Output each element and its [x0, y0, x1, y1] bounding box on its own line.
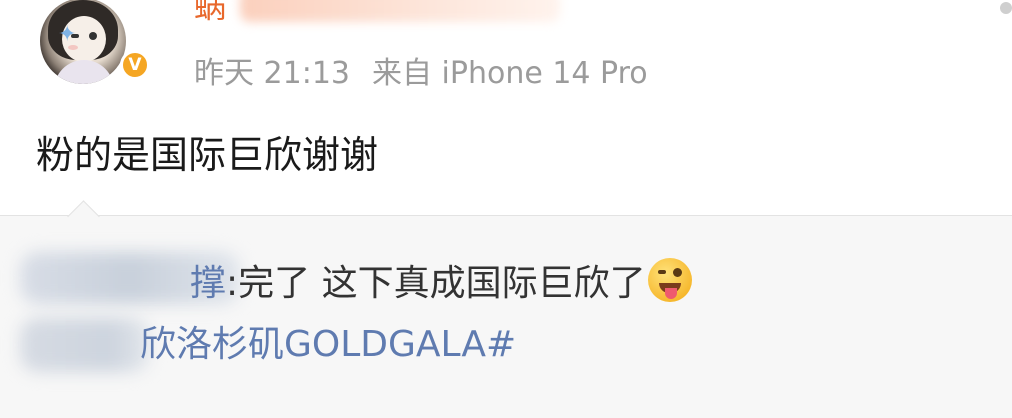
verified-badge-icon: V	[120, 50, 150, 80]
username-redacted	[240, 0, 560, 22]
quoted-text: :完了 这下真成国际巨欣了	[226, 263, 646, 304]
post-meta: 昨天 21:13 来自 iPhone 14 Pro	[194, 56, 648, 92]
avatar-image: ✦	[40, 0, 126, 84]
quoted-hashtag-link[interactable]: 欣洛杉矶GOLDGALA#	[140, 322, 516, 368]
quoted-username[interactable]: 撑	[190, 263, 226, 304]
quoted-text-redacted	[20, 318, 150, 372]
winking-tongue-emoji-icon	[647, 258, 692, 302]
more-menu-icon[interactable]	[1000, 2, 1012, 14]
username[interactable]: 蜗	[194, 0, 226, 26]
quoted-post[interactable]	[0, 216, 1012, 418]
post-source: 来自 iPhone 14 Pro	[372, 56, 648, 91]
quoted-line-1: 撑:完了 这下真成国际巨欣了	[190, 258, 692, 307]
post-timestamp: 昨天 21:13	[194, 56, 350, 91]
post-card: ✦ V 蜗 昨天 21:13 来自 iPhone 14 Pro 粉的是国际巨欣谢谢	[0, 0, 1012, 216]
post-text: 粉的是国际巨欣谢谢	[36, 133, 379, 177]
avatar[interactable]: ✦ V	[40, 0, 150, 86]
